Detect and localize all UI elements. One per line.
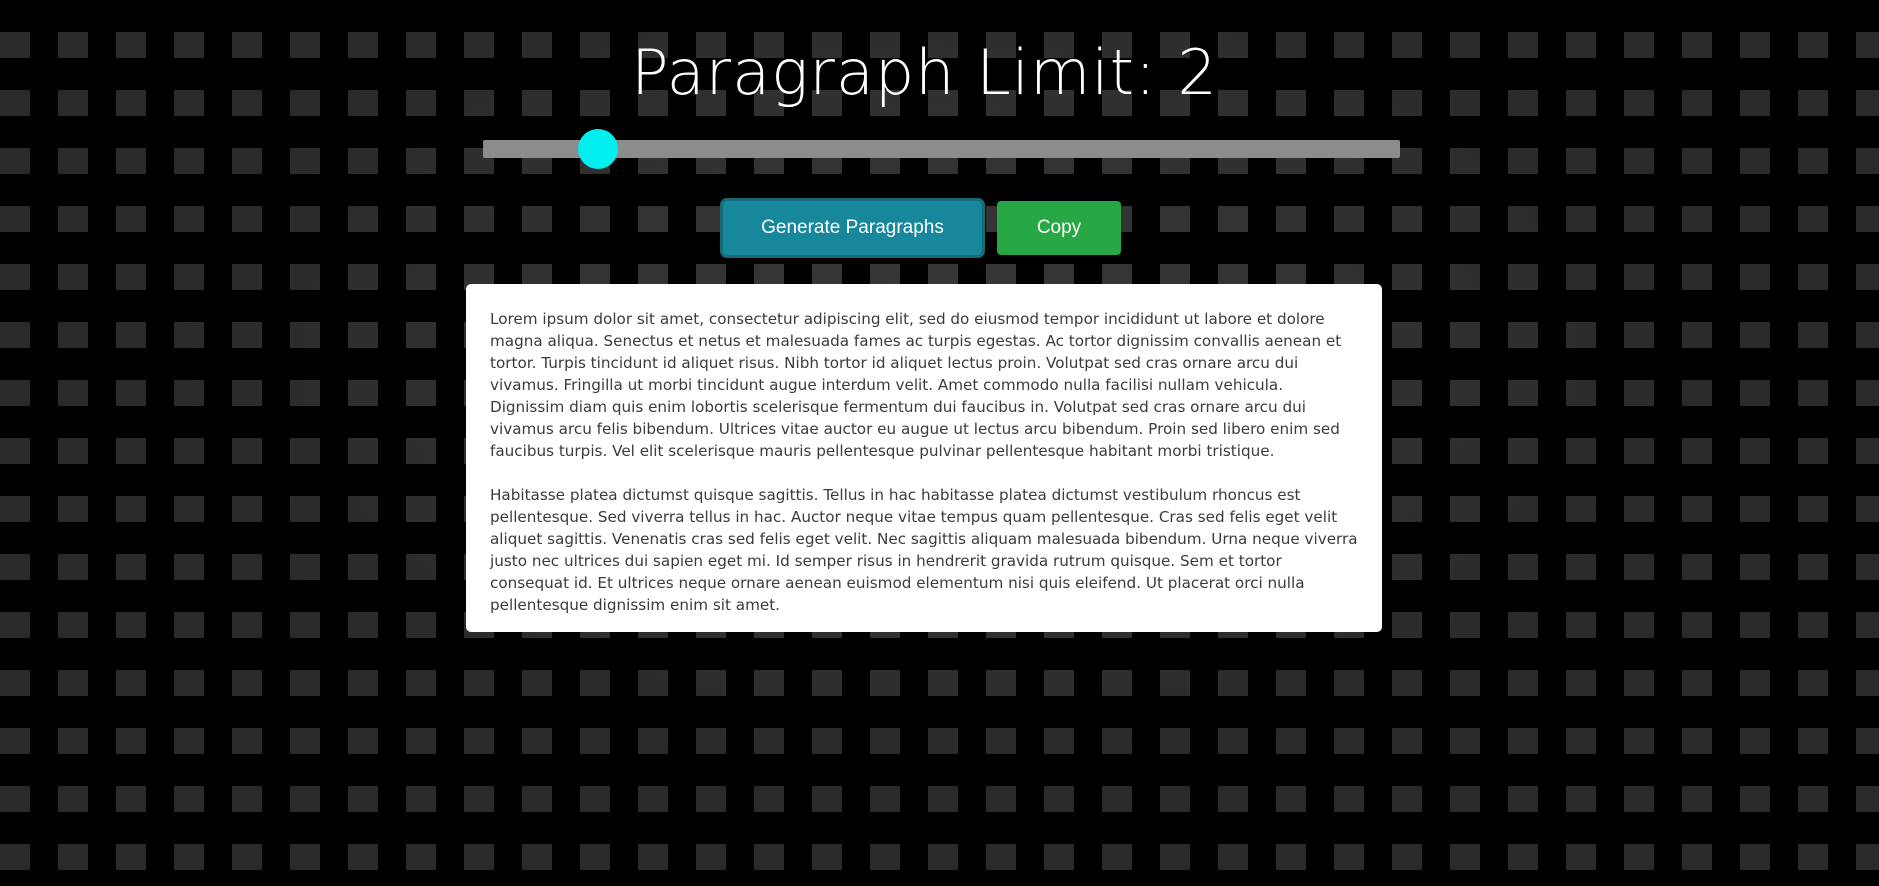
paragraph: Lorem ipsum dolor sit amet, consectetur … xyxy=(490,310,1342,460)
slider-track[interactable] xyxy=(483,140,1400,158)
paragraph-limit-slider[interactable] xyxy=(483,129,1400,169)
page-title: Paragraph Limit: 2 xyxy=(631,36,1218,109)
copy-button[interactable]: Copy xyxy=(997,201,1121,255)
button-row: Generate Paragraphs Copy xyxy=(723,201,1121,257)
slider-thumb[interactable] xyxy=(578,129,619,169)
generate-paragraphs-button[interactable]: Generate Paragraphs xyxy=(723,201,982,255)
generated-text-box: Lorem ipsum dolor sit amet, consectetur … xyxy=(466,284,1382,632)
paragraph: Habitasse platea dictumst quisque sagitt… xyxy=(490,486,1358,614)
